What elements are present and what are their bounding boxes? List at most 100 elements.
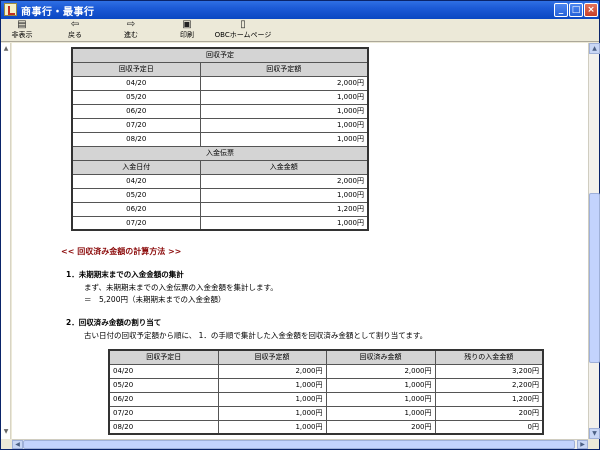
header-schedule-amount: 回収予定額 — [217, 349, 327, 365]
cell-amount: 1,000円 — [199, 117, 369, 133]
hide-icon: ▤ — [17, 19, 27, 30]
scrollbar-corner — [588, 439, 599, 449]
cell-amount: 2,000円 — [199, 75, 369, 91]
cell-amount: 1,000円 — [199, 103, 369, 119]
cell-amount: 1,000円 — [199, 187, 369, 203]
cell-date: 07/20 — [108, 405, 219, 421]
cell-collected-amount: 1,000円 — [325, 405, 436, 421]
cell-schedule-amount: 1,000円 — [217, 405, 327, 421]
header-collected-amount: 回収済み金額 — [325, 349, 436, 365]
down-arrow-icon: ▼ — [3, 428, 9, 435]
table-row: 08/20 1,000円 — [71, 131, 369, 147]
nav-pane-strip[interactable]: ▲ ▼ — [1, 43, 11, 439]
allocation-table: 回収予定日 回収予定額 回収済み金額 残りの入金金額 04/20 2,000円 2,… — [108, 349, 544, 435]
back-arrow-icon: ⇦ — [70, 19, 80, 30]
header-schedule-date: 回収予定日 — [71, 61, 201, 77]
cell-date: 06/20 — [71, 103, 201, 119]
cell-date: 04/20 — [108, 363, 219, 379]
table-row: 07/20 1,000円 — [71, 117, 369, 133]
vertical-scrollbar[interactable]: ▲ ▼ — [588, 43, 600, 439]
table-row: 07/20 1,000円 1,000円 200円 — [108, 405, 544, 421]
step1-description: まず、未期期末までの入金伝票の入金金額を集計します。 — [84, 283, 278, 292]
table-row: 04/20 2,000円 2,000円 3,200円 — [108, 363, 544, 379]
cell-schedule-amount: 1,000円 — [217, 377, 327, 393]
table-row: 06/20 1,200円 — [71, 201, 369, 217]
scroll-down-button[interactable]: ▼ — [589, 428, 600, 439]
window-title: 商事行・最事行 — [21, 7, 95, 18]
header-remaining-amount: 残りの入金金額 — [434, 349, 544, 365]
cell-remaining-amount: 2,200円 — [434, 377, 544, 393]
cell-date: 05/20 — [71, 89, 201, 105]
cell-date: 07/20 — [71, 215, 201, 231]
header-schedule-amount: 回収予定額 — [199, 61, 369, 77]
table-row: 05/20 1,000円 1,000円 2,200円 — [108, 377, 544, 393]
cell-remaining-amount: 1,200円 — [434, 391, 544, 407]
scroll-left-button[interactable]: ◀ — [12, 440, 23, 449]
cell-collected-amount: 1,000円 — [325, 377, 436, 393]
horizontal-scrollbar[interactable]: ◀ ▶ — [12, 439, 588, 449]
cell-date: 06/20 — [71, 201, 201, 217]
cell-remaining-amount: 3,200円 — [434, 363, 544, 379]
table-row: 04/20 2,000円 — [71, 75, 369, 91]
step1-title: 1．未期期末までの入金金額の集計 — [66, 270, 184, 279]
forward-button[interactable]: ⇨ 進む — [119, 19, 143, 42]
close-button[interactable]: × — [584, 3, 598, 17]
cell-date: 04/20 — [71, 75, 201, 91]
maximize-button[interactable]: □ — [569, 3, 583, 17]
cell-collected-amount: 200円 — [325, 419, 436, 435]
cell-amount: 1,200円 — [199, 201, 369, 217]
cell-amount: 1,000円 — [199, 89, 369, 105]
app-window: 商事行・最事行 _ □ × ▤ 非表示 ⇦ 戻る ⇨ 進む ▣ 印刷 ▯ OBC… — [0, 0, 600, 450]
scroll-up-button[interactable]: ▲ — [589, 43, 600, 54]
scroll-right-button[interactable]: ▶ — [577, 440, 588, 449]
table-row: 06/20 1,000円 — [71, 103, 369, 119]
schedule-table: 回収予定 回収予定日 回収予定額 04/20 2,000円 05/20 1,000円… — [71, 47, 369, 231]
cell-date: 05/20 — [71, 187, 201, 203]
forward-label: 進む — [124, 31, 138, 39]
horizontal-scroll-thumb[interactable] — [23, 440, 575, 449]
forward-arrow-icon: ⇨ — [126, 19, 136, 30]
table-row: 05/20 1,000円 — [71, 89, 369, 105]
minimize-button[interactable]: _ — [554, 3, 568, 17]
cell-remaining-amount: 200円 — [434, 405, 544, 421]
document-icon: ▯ — [240, 19, 246, 30]
cell-date: 07/20 — [71, 117, 201, 133]
obc-homepage-button[interactable]: ▯ OBCホームページ — [211, 19, 275, 42]
step2-title: 2．回収済み金額の割り当て — [66, 318, 162, 327]
print-button[interactable]: ▣ 印刷 — [175, 19, 199, 42]
vertical-scroll-thumb[interactable] — [589, 193, 600, 363]
cell-amount: 2,000円 — [199, 173, 369, 189]
cell-amount: 1,000円 — [199, 215, 369, 231]
header-payment-date: 入金日付 — [71, 159, 201, 175]
section-title-payment: 入金伝票 — [71, 145, 369, 161]
up-arrow-icon: ▲ — [3, 45, 9, 52]
step1-result: ＝ 5,200円（未期期末までの入金金額） — [84, 295, 226, 304]
table-row: 06/20 1,000円 1,000円 1,200円 — [108, 391, 544, 407]
method-heading: << 回収済み金額の計算方法 >> — [61, 247, 182, 256]
table-row: 04/20 2,000円 — [71, 173, 369, 189]
back-button[interactable]: ⇦ 戻る — [63, 19, 87, 42]
header-payment-amount: 入金金額 — [199, 159, 369, 175]
cell-date: 06/20 — [108, 391, 219, 407]
cell-date: 04/20 — [71, 173, 201, 189]
cell-amount: 1,000円 — [199, 131, 369, 147]
table-row: 08/20 1,000円 200円 0円 — [108, 419, 544, 435]
cell-collected-amount: 2,000円 — [325, 363, 436, 379]
printer-icon: ▣ — [182, 19, 192, 30]
title-bar[interactable]: 商事行・最事行 _ □ × — [1, 1, 599, 19]
hide-button[interactable]: ▤ 非表示 — [7, 19, 37, 42]
table-row: 07/20 1,000円 — [71, 215, 369, 231]
obc-homepage-label: OBCホームページ — [214, 31, 272, 39]
table-row: 05/20 1,000円 — [71, 187, 369, 203]
cell-schedule-amount: 1,000円 — [217, 419, 327, 435]
cell-date: 08/20 — [71, 131, 201, 147]
cell-date: 08/20 — [108, 419, 219, 435]
help-content: 回収予定 回収予定日 回収予定額 04/20 2,000円 05/20 1,000円… — [12, 43, 588, 439]
hide-label: 非表示 — [11, 31, 33, 39]
cell-remaining-amount: 0円 — [434, 419, 544, 435]
header-schedule-date: 回収予定日 — [108, 349, 219, 365]
cell-schedule-amount: 2,000円 — [217, 363, 327, 379]
cell-schedule-amount: 1,000円 — [217, 391, 327, 407]
step2-description: 古い日付の回収予定額から順に、 1．の手順で集計した入金金額を回収済み金額として… — [84, 331, 428, 340]
print-label: 印刷 — [180, 31, 194, 39]
